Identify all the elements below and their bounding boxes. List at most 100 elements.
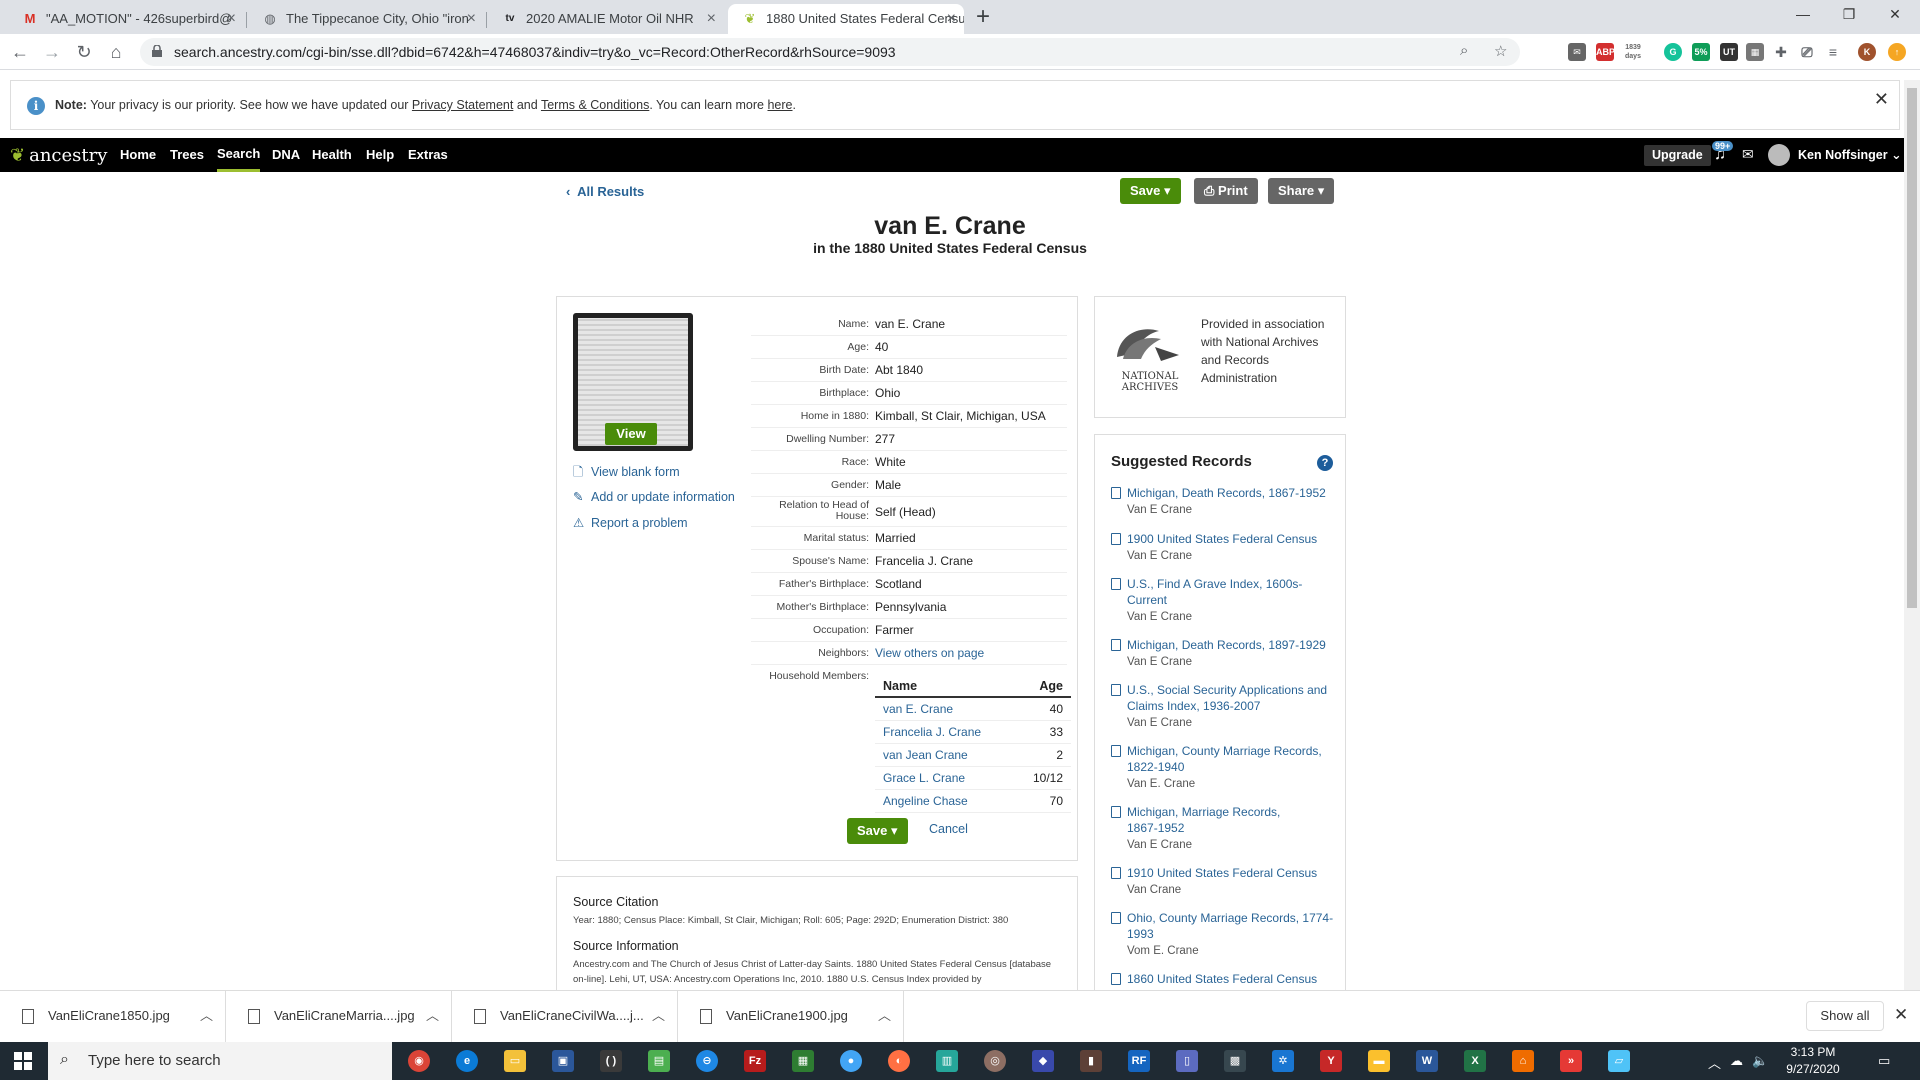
suggested-record-link[interactable]: U.S., Find A Grave Index, 1600s-Current [1127, 576, 1307, 608]
help-icon[interactable]: ? [1317, 455, 1333, 471]
browser-tab-nhra[interactable]: tv 2020 AMALIE Motor Oil NHR × [488, 4, 724, 34]
suggested-record-link[interactable]: Michigan, County Marriage Records, 1822-… [1127, 743, 1337, 775]
add-update-info-link[interactable]: ✎ Add or update information [573, 489, 735, 504]
nav-health[interactable]: Health [312, 138, 352, 172]
close-tab-icon[interactable]: × [227, 4, 236, 34]
app-taskbar-icon[interactable]: ( ) [600, 1050, 622, 1072]
nav-trees[interactable]: Trees [170, 138, 204, 172]
browser-tab-tippecanoe[interactable]: ◍ The Tippecanoe City, Ohio "iron × [248, 4, 484, 34]
suggested-record-link[interactable]: Ohio, County Marriage Records, 1774-1993 [1127, 910, 1337, 942]
app-taskbar-icon[interactable]: ⊖ [696, 1050, 718, 1072]
address-bar[interactable]: search.ancestry.com/cgi-bin/sse.dll?dbid… [140, 38, 1520, 66]
reading-list-icon[interactable]: ≡ [1824, 43, 1842, 61]
close-tab-icon[interactable]: × [707, 4, 716, 34]
ancestry-logo[interactable]: ❦ ancestry [10, 145, 107, 166]
forward-button[interactable]: → [40, 40, 64, 64]
restore-button[interactable]: ❐ [1826, 0, 1872, 30]
chevron-up-icon[interactable]: ︿ [200, 1005, 213, 1024]
chevron-up-icon[interactable]: ︿ [652, 1005, 665, 1024]
reload-button[interactable]: ↻ [72, 40, 96, 64]
filezilla-icon[interactable]: Fz [744, 1050, 766, 1072]
mail-extension-icon[interactable]: ✉ [1568, 43, 1586, 61]
close-tab-icon[interactable]: × [947, 4, 956, 34]
suggested-record-link[interactable]: U.S., Social Security Applications and C… [1127, 682, 1337, 714]
report-problem-link[interactable]: ⚠ Report a problem [573, 515, 688, 530]
suggested-record-link[interactable]: 1900 United States Federal Census [1127, 531, 1337, 547]
all-results-link[interactable]: ‹ All Results [566, 184, 644, 199]
app-taskbar-icon[interactable]: ◎ [984, 1050, 1006, 1072]
terms-conditions-link[interactable]: Terms & Conditions [541, 98, 649, 112]
ut-extension-icon[interactable]: UT [1720, 43, 1738, 61]
app-taskbar-icon[interactable]: ⌂ [1512, 1050, 1534, 1072]
household-member-link[interactable]: van E. Crane [883, 698, 953, 720]
extensions-puzzle-icon[interactable]: ✚ [1772, 43, 1790, 61]
nav-extras[interactable]: Extras [408, 138, 448, 172]
show-all-downloads-button[interactable]: Show all [1806, 1001, 1884, 1031]
app-taskbar-icon[interactable]: ▦ [792, 1050, 814, 1072]
upgrade-button[interactable]: Upgrade [1644, 145, 1711, 166]
close-icon[interactable]: ✕ [1894, 1005, 1908, 1025]
close-window-button[interactable]: ✕ [1872, 0, 1918, 30]
cancel-link[interactable]: Cancel [929, 822, 968, 836]
chevron-up-icon[interactable]: ︿ [878, 1005, 891, 1024]
household-member-link[interactable]: Angeline Chase [883, 790, 968, 812]
download-item[interactable]: VanEliCraneCivilWa....j... ︿ [452, 991, 678, 1043]
app-taskbar-icon[interactable]: ▥ [936, 1050, 958, 1072]
bookmark-star-icon[interactable]: ☆ [1494, 42, 1507, 60]
grammarly-extension-icon[interactable]: G [1664, 43, 1682, 61]
app-taskbar-icon[interactable]: Y [1320, 1050, 1342, 1072]
app-taskbar-icon[interactable]: ✲ [1272, 1050, 1294, 1072]
messages-icon[interactable]: ✉ [1742, 146, 1754, 163]
nav-home[interactable]: Home [120, 138, 156, 172]
taskbar-search-input[interactable]: ⌕ Type here to search [48, 1042, 392, 1080]
close-icon[interactable]: ✕ [1874, 89, 1889, 110]
nav-dna[interactable]: DNA [272, 138, 300, 172]
system-clock[interactable]: 3:13 PM 9/27/2020 [1778, 1044, 1848, 1078]
app-taskbar-icon[interactable]: » [1560, 1050, 1582, 1072]
app-taskbar-icon[interactable]: ▩ [1224, 1050, 1246, 1072]
word-icon[interactable]: W [1416, 1050, 1438, 1072]
edge-taskbar-icon[interactable]: e [456, 1050, 478, 1072]
user-menu[interactable]: Ken Noffsinger ⌄ [1798, 138, 1902, 172]
chrome-taskbar-icon[interactable]: ◉ [408, 1050, 430, 1072]
record-image-thumbnail[interactable]: View [573, 313, 693, 451]
app-taskbar-icon[interactable]: ▣ [552, 1050, 574, 1072]
nav-help[interactable]: Help [366, 138, 394, 172]
file-explorer-icon[interactable]: ▭ [504, 1050, 526, 1072]
cloud-icon[interactable]: ☁ [1730, 1053, 1743, 1069]
browser-tab-census[interactable]: ❦ 1880 United States Federal Censu × [728, 4, 964, 34]
app-taskbar-icon[interactable]: ▬ [1368, 1050, 1390, 1072]
app-taskbar-icon[interactable]: ● [840, 1050, 862, 1072]
suggested-record-link[interactable]: Michigan, Death Records, 1897-1929 [1127, 637, 1337, 653]
suggested-record-link[interactable]: 1910 United States Federal Census [1127, 865, 1337, 881]
view-image-button[interactable]: View [605, 423, 657, 445]
save-button[interactable]: Save ▾ [1120, 178, 1181, 204]
windows-start-icon[interactable] [14, 1052, 32, 1070]
chevron-up-icon[interactable]: ︿ [1708, 1053, 1721, 1072]
notifications-icon[interactable]: ▭ [1878, 1053, 1890, 1069]
download-item[interactable]: VanEliCrane1850.jpg ︿ [0, 991, 226, 1043]
update-menu-icon[interactable]: ↑ [1888, 43, 1906, 61]
suggested-record-link[interactable]: Michigan, Death Records, 1867-1952 [1127, 485, 1337, 501]
suggested-record-link[interactable]: 1860 United States Federal Census [1127, 971, 1337, 987]
percent-extension-icon[interactable]: 5% [1692, 43, 1710, 61]
avatar[interactable] [1768, 144, 1790, 166]
volume-icon[interactable]: 🔈 [1752, 1053, 1768, 1069]
household-member-link[interactable]: Francelia J. Crane [883, 721, 981, 743]
close-tab-icon[interactable]: × [467, 4, 476, 34]
browser-tab-gmail[interactable]: M "AA_MOTION" - 426superbird@ × [8, 4, 244, 34]
minimize-button[interactable]: — [1780, 0, 1826, 30]
back-button[interactable]: ← [8, 40, 32, 64]
new-tab-button[interactable]: + [976, 2, 990, 32]
privacy-statement-link[interactable]: Privacy Statement [412, 98, 513, 112]
profile-avatar[interactable]: K [1858, 43, 1876, 61]
adblock-extension-icon[interactable]: ABP [1596, 43, 1615, 61]
download-item[interactable]: VanEliCraneMarria....jpg ︿ [226, 991, 452, 1043]
chevron-up-icon[interactable]: ︿ [426, 1005, 439, 1024]
app-taskbar-icon[interactable]: ◆ [1032, 1050, 1054, 1072]
app-taskbar-icon[interactable]: ◐ [888, 1050, 910, 1072]
app-taskbar-icon[interactable]: ▱ [1608, 1050, 1630, 1072]
app-taskbar-icon[interactable]: ▮ [1080, 1050, 1102, 1072]
screenshot-extension-icon[interactable]: ▦ [1746, 43, 1764, 61]
vertical-scrollbar[interactable] [1904, 80, 1920, 990]
